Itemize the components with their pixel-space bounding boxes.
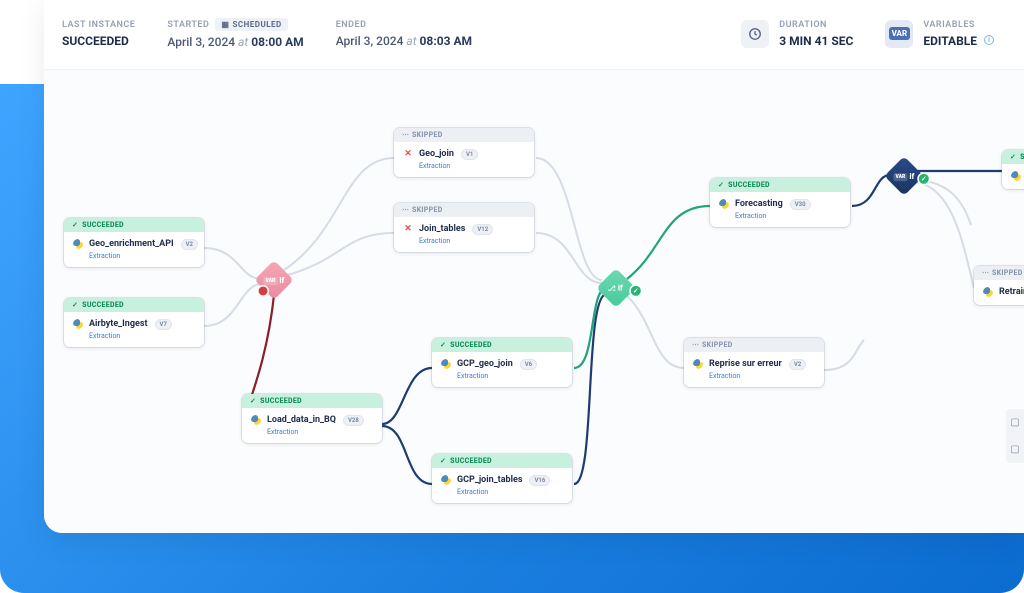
duration-label: DURATION bbox=[779, 20, 853, 30]
node-title: Geo_join bbox=[419, 149, 454, 159]
variables-icon: VAR bbox=[885, 20, 913, 48]
node-status: SUCCEEDED bbox=[64, 218, 204, 232]
last-instance-label: LAST INSTANCE bbox=[62, 20, 135, 30]
variables-label: VARIABLES bbox=[923, 20, 994, 30]
node-join-tables[interactable]: SKIPPED Join_tables V12 Extraction bbox=[394, 203, 534, 252]
ended-value: April 3, 2024 at 08:03 AM bbox=[336, 34, 472, 48]
python-icon bbox=[250, 414, 262, 426]
node-subtitle: Extraction bbox=[89, 332, 196, 340]
node-title: Forecasting bbox=[735, 199, 783, 209]
node-title: Load_data_in_BQ bbox=[267, 415, 336, 425]
scheduled-badge: ▦ SCHEDULED bbox=[215, 18, 287, 31]
run-header: LAST INSTANCE SUCCEEDED STARTED ▦ SCHEDU… bbox=[44, 0, 1024, 70]
node-forecasting[interactable]: SUCCEEDED Forecasting V30 Extraction bbox=[710, 178, 850, 227]
check-indicator-icon: ✓ bbox=[919, 174, 929, 184]
node-title: Join_tables bbox=[419, 224, 465, 234]
version-badge: V6 bbox=[520, 359, 537, 370]
node-status: SKIPPED bbox=[684, 338, 824, 352]
node-status: SUCCEEDED bbox=[242, 394, 382, 408]
ended-label: ENDED bbox=[336, 20, 472, 30]
node-status: SUCCEEDED bbox=[432, 454, 572, 468]
python-icon bbox=[718, 198, 730, 210]
node-cut-partial[interactable]: SUCCEEDED S bbox=[1002, 150, 1024, 189]
python-icon bbox=[1010, 170, 1022, 182]
error-icon bbox=[402, 148, 414, 160]
duration-value: 3 MIN 41 SEC bbox=[779, 34, 853, 48]
version-badge: V2 bbox=[181, 239, 198, 250]
clock-icon bbox=[741, 20, 769, 48]
python-icon bbox=[440, 358, 452, 370]
error-icon bbox=[402, 223, 414, 235]
version-badge: V2 bbox=[789, 359, 806, 370]
node-subtitle: Extraction bbox=[89, 252, 196, 260]
node-title: Airbyte_Ingest bbox=[89, 319, 148, 329]
ended-block: ENDED April 3, 2024 at 08:03 AM bbox=[336, 20, 472, 48]
node-status: SUCCEEDED bbox=[432, 338, 572, 352]
node-status: SUCCEEDED bbox=[1002, 150, 1024, 164]
python-icon bbox=[72, 318, 84, 330]
zoom-controls[interactable]: ▢ ▢ bbox=[1006, 409, 1024, 463]
node-gcp-join-tables[interactable]: SUCCEEDED GCP_join_tables V16 Extraction bbox=[432, 454, 572, 503]
duration-block: DURATION 3 MIN 41 SEC bbox=[741, 20, 853, 48]
zoom-out-button[interactable]: ▢ bbox=[1006, 436, 1024, 463]
node-subtitle: Extraction bbox=[735, 212, 842, 220]
variables-value: EDITABLE bbox=[923, 34, 994, 48]
node-subtitle: Extraction bbox=[457, 372, 564, 380]
calendar-icon: ▦ bbox=[221, 20, 229, 29]
started-value: April 3, 2024 at 08:00 AM bbox=[167, 35, 303, 49]
node-status: SUCCEEDED bbox=[64, 298, 204, 312]
version-badge: V28 bbox=[343, 415, 364, 426]
node-status: SKIPPED bbox=[974, 266, 1024, 280]
node-subtitle: Extraction bbox=[709, 372, 816, 380]
version-badge: V16 bbox=[529, 475, 550, 486]
zoom-in-button[interactable]: ▢ bbox=[1006, 409, 1024, 436]
node-status: SUCCEEDED bbox=[710, 178, 850, 192]
pipeline-canvas[interactable]: SUCCEEDED Geo_enrichment_API V2 Extractio… bbox=[44, 70, 1024, 533]
last-instance-block: LAST INSTANCE SUCCEEDED bbox=[62, 20, 135, 48]
node-reprise-erreur[interactable]: SKIPPED Reprise sur erreur V2 Extraction bbox=[684, 338, 824, 387]
python-icon bbox=[982, 286, 994, 298]
version-badge: V12 bbox=[472, 224, 493, 235]
node-title: GCP_join_tables bbox=[457, 475, 522, 485]
node-title: Geo_enrichment_API bbox=[89, 239, 174, 249]
condition-var-if-2[interactable]: VARif ✓ bbox=[884, 156, 924, 196]
condition-if-center[interactable]: ⎇if ✓ bbox=[596, 268, 636, 308]
version-badge: V7 bbox=[155, 319, 172, 330]
started-block: STARTED ▦ SCHEDULED April 3, 2024 at 08:… bbox=[167, 18, 303, 49]
python-icon bbox=[692, 358, 704, 370]
node-status: SKIPPED bbox=[394, 203, 534, 217]
version-badge: V1 bbox=[461, 149, 478, 160]
node-subtitle: Extraction bbox=[267, 428, 374, 436]
node-load-data-bq[interactable]: SUCCEEDED Load_data_in_BQ V28 Extraction bbox=[242, 394, 382, 443]
error-indicator-icon bbox=[259, 286, 268, 295]
info-icon[interactable] bbox=[984, 35, 994, 45]
check-indicator-icon: ✓ bbox=[631, 286, 641, 296]
node-airbyte-ingest[interactable]: SUCCEEDED Airbyte_Ingest V7 Extraction bbox=[64, 298, 204, 347]
node-status: SKIPPED bbox=[394, 128, 534, 142]
variables-block[interactable]: VAR VARIABLES EDITABLE bbox=[885, 20, 994, 48]
node-geo-enrichment[interactable]: SUCCEEDED Geo_enrichment_API V2 Extractio… bbox=[64, 218, 204, 267]
started-label: STARTED ▦ SCHEDULED bbox=[167, 18, 303, 31]
node-gcp-geo-join[interactable]: SUCCEEDED GCP_geo_join V6 Extraction bbox=[432, 338, 572, 387]
python-icon bbox=[72, 238, 84, 250]
condition-var-if-1[interactable]: VARif bbox=[254, 260, 294, 300]
node-retrain-partial[interactable]: SKIPPED Retrain_ bbox=[974, 266, 1024, 305]
node-subtitle: Extraction bbox=[419, 162, 526, 170]
last-instance-value: SUCCEEDED bbox=[62, 34, 135, 48]
node-title: GCP_geo_join bbox=[457, 359, 513, 369]
node-title: Retrain_ bbox=[999, 287, 1024, 297]
version-badge: V30 bbox=[790, 199, 811, 210]
node-subtitle: Extraction bbox=[457, 488, 564, 496]
main-panel: LAST INSTANCE SUCCEEDED STARTED ▦ SCHEDU… bbox=[44, 0, 1024, 533]
python-icon bbox=[440, 474, 452, 486]
node-geo-join[interactable]: SKIPPED Geo_join V1 Extraction bbox=[394, 128, 534, 177]
node-title: Reprise sur erreur bbox=[709, 359, 782, 369]
node-subtitle: Extraction bbox=[419, 237, 526, 245]
